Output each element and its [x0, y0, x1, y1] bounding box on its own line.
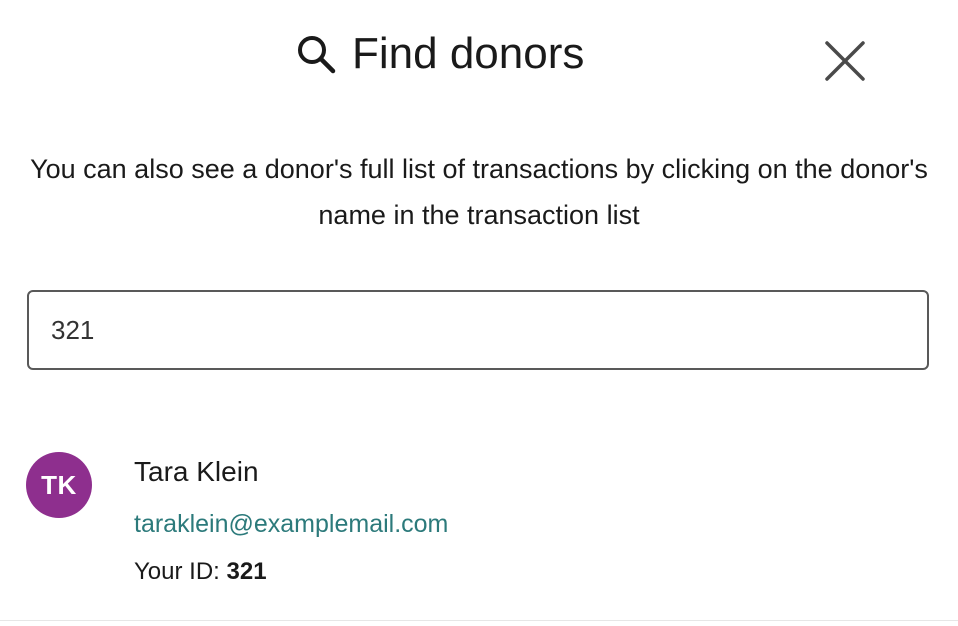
find-donors-modal: Find donors You can also see a donor's f… — [0, 0, 958, 626]
donor-email-link[interactable]: taraklein@examplemail.com — [134, 510, 448, 539]
donor-name-link[interactable]: Tara Klein — [134, 456, 259, 488]
page-title: Find donors — [352, 29, 585, 78]
close-button[interactable] — [818, 34, 872, 88]
divider — [0, 620, 958, 621]
donor-id-label: Your ID: — [134, 558, 227, 585]
close-icon — [825, 41, 865, 81]
donor-id-value: 321 — [226, 558, 267, 585]
donor-id: Your ID: 321 — [134, 558, 267, 586]
search-input[interactable] — [27, 290, 929, 370]
avatar: TK — [26, 452, 92, 518]
title-group: Find donors — [294, 28, 584, 80]
list-item[interactable]: TK Tara Klein taraklein@examplemail.com … — [0, 444, 958, 594]
search-icon — [294, 32, 338, 76]
help-text: You can also see a donor's full list of … — [30, 154, 928, 230]
modal-header: Find donors — [0, 24, 958, 86]
